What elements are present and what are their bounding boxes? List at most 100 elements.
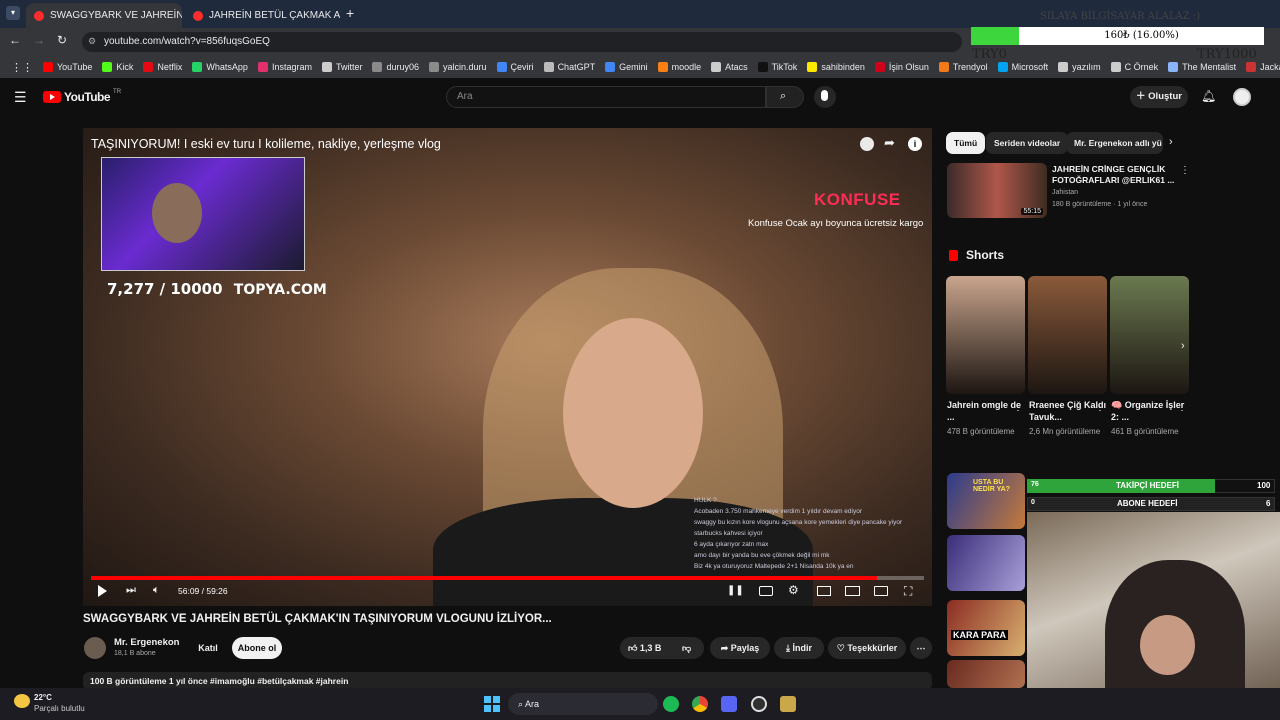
bookmark-item[interactable]: moodle	[653, 62, 707, 72]
search-icon: ⌕	[518, 699, 526, 709]
youtube-favicon-icon	[34, 10, 44, 21]
bookmark-item[interactable]: WhatsApp	[187, 62, 253, 72]
notifications-bell-icon[interactable]: 🔔︎	[1201, 89, 1216, 103]
bookmark-item[interactable]: YouTube	[38, 62, 97, 72]
chip-series[interactable]: Seriden videolar	[986, 132, 1069, 154]
cast-icon[interactable]	[874, 586, 888, 596]
bookmark-item[interactable]: C Örnek	[1106, 62, 1164, 72]
bookmark-item[interactable]: yalcin.duru	[424, 62, 492, 72]
more-options-icon[interactable]: ⋮	[1013, 402, 1023, 413]
site-info-icon[interactable]: ⚙	[88, 36, 96, 47]
bookmark-item[interactable]: Çeviri	[492, 62, 539, 72]
video-time: 56:09 / 59:26	[178, 586, 228, 596]
video-duration: 55:15	[1021, 208, 1043, 215]
back-icon[interactable]: ←	[9, 33, 21, 47]
bookmark-item[interactable]: The Mentalist	[1163, 62, 1241, 72]
search-button[interactable]: ⌕	[766, 86, 804, 108]
more-options-icon[interactable]: ⋮	[1177, 402, 1187, 413]
forward-icon[interactable]: →	[33, 33, 45, 47]
share-button[interactable]: ➦ Paylaş	[710, 637, 770, 659]
windows-start-icon[interactable]	[484, 696, 500, 712]
shorts-next-icon[interactable]: ›	[1181, 340, 1185, 352]
join-button[interactable]: Katıl	[192, 637, 224, 659]
chip-channel[interactable]: Mr. Ergenekon adlı yü	[1066, 132, 1163, 154]
hamburger-menu-icon[interactable]: ☰	[14, 89, 27, 106]
tab-menu-icon[interactable]: ▾	[6, 6, 20, 20]
volume-icon[interactable]: 🔈︎	[153, 584, 160, 597]
sidebar-thumbnail[interactable]: KARA PARA	[947, 600, 1025, 656]
bookmark-label: TikTok	[771, 62, 798, 72]
bookmark-item[interactable]: Instagram	[253, 62, 317, 72]
bookmark-item[interactable]: yazılım	[1053, 62, 1106, 72]
share-icon[interactable]: ➦	[884, 135, 895, 151]
tab-inactive[interactable]: JAHREİN BETÜL ÇAKMAK ALIŞV ✕	[185, 3, 340, 28]
watch-later-icon[interactable]	[860, 137, 874, 151]
subscribe-button[interactable]: Abone ol	[232, 637, 282, 659]
account-avatar[interactable]	[1233, 88, 1251, 106]
bookmark-item[interactable]: İşin Olsun	[870, 62, 934, 72]
recommended-title[interactable]: JAHREİN CRİNGE GENÇLİK FOTOĞRAFLARI @ERL…	[1052, 164, 1177, 186]
more-actions-button[interactable]: ⋯	[910, 637, 932, 659]
reload-icon[interactable]: ↻	[57, 33, 67, 47]
mic-button[interactable]	[814, 86, 836, 108]
temperature[interactable]: 22°C	[34, 693, 52, 702]
bookmark-item[interactable]: Twitter	[317, 62, 368, 72]
thanks-button[interactable]: ♡ Teşekkürler	[828, 637, 906, 659]
chrome-icon[interactable]	[692, 696, 708, 712]
short-thumbnail[interactable]	[946, 276, 1025, 394]
promo-text: Konfuse Ocak ayı boyunca ücretsiz kargo	[748, 218, 924, 229]
download-button[interactable]: ⤓ İndir	[774, 637, 824, 659]
bookmark-item[interactable]: Kick	[97, 62, 138, 72]
bookmark-item[interactable]: Microsoft	[993, 62, 1054, 72]
miniplayer-icon[interactable]	[817, 586, 831, 596]
spotify-icon[interactable]	[663, 696, 679, 712]
recommended-channel[interactable]: Jahistan	[1052, 189, 1078, 196]
channel-name[interactable]: Mr. Ergenekon	[114, 637, 179, 648]
pause-overlay-icon[interactable]: ❚❚	[727, 585, 744, 596]
like-button[interactable]: 👍︎ 1,3 B 👎︎	[620, 637, 704, 659]
short-thumbnail[interactable]	[1110, 276, 1189, 394]
search-input[interactable]: Ara	[446, 86, 766, 108]
channel-avatar[interactable]	[84, 637, 106, 659]
more-options-icon[interactable]: ⋮	[1180, 165, 1190, 176]
youtube-logo[interactable]: YouTube TR	[43, 89, 121, 104]
recommended-thumbnail[interactable]: 55:15	[947, 163, 1047, 218]
next-icon[interactable]: ⏭︎	[126, 584, 136, 597]
info-icon[interactable]: i	[908, 137, 922, 151]
more-options-icon[interactable]: ⋮	[1095, 402, 1105, 413]
sidebar-thumbnail[interactable]	[947, 660, 1025, 688]
chip-all[interactable]: Tümü	[946, 132, 986, 154]
bookmark-item[interactable]: ChatGPT	[539, 62, 601, 72]
bookmark-item[interactable]: Atacs	[706, 62, 753, 72]
settings-gear-icon[interactable]: ⚙	[788, 583, 799, 597]
chevron-right-icon[interactable]: ›	[1169, 136, 1173, 148]
sidebar-thumbnail[interactable]: USTA BU NEDİR YA?	[947, 473, 1025, 529]
create-button[interactable]: ＋ Oluştur	[1130, 86, 1188, 108]
play-icon[interactable]	[98, 585, 107, 597]
bookmark-item[interactable]: Jackal	[1241, 62, 1280, 72]
bookmark-item[interactable]: duruy06	[367, 62, 424, 72]
bookmark-item[interactable]: Gemini	[600, 62, 653, 72]
bookmark-item[interactable]: Trendyol	[934, 62, 993, 72]
bookmark-item[interactable]: sahibinden	[802, 62, 870, 72]
new-tab-icon[interactable]: +	[346, 5, 354, 21]
discord-icon[interactable]	[721, 696, 737, 712]
fullscreen-icon[interactable]: ⛶	[904, 584, 912, 599]
url-field[interactable]: youtube.com/watch?v=856fuqsGoEQ	[82, 32, 962, 52]
taskbar-search[interactable]: ⌕ Ara	[508, 693, 658, 715]
sidebar-thumbnail[interactable]	[947, 535, 1025, 591]
budget-max-label: TRY1000	[1197, 47, 1257, 62]
apps-grid-icon[interactable]: ⋮⋮	[6, 61, 38, 74]
short-thumbnail[interactable]	[1028, 276, 1107, 394]
tab-active[interactable]: SWAGGYBARK VE JAHREİN BETÜ ✕	[26, 3, 182, 28]
obs-icon[interactable]	[751, 696, 767, 712]
subtitles-icon[interactable]	[759, 586, 773, 596]
theater-mode-icon[interactable]	[845, 586, 860, 596]
weather-icon[interactable]	[14, 694, 30, 708]
app-icon[interactable]	[780, 696, 796, 712]
bookmark-item[interactable]: TikTok	[753, 62, 803, 72]
youtube-favicon-icon	[193, 10, 203, 21]
bookmark-item[interactable]: Netflix	[138, 62, 187, 72]
bookmark-icon	[657, 62, 668, 72]
bookmark-icon	[605, 62, 616, 72]
